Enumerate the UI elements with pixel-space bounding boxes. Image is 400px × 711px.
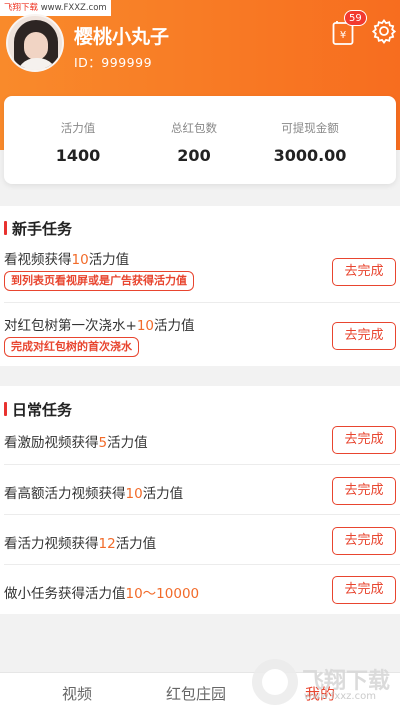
task-title: 看高额活力视频获得10活力值 (4, 486, 184, 502)
notification-badge: 59 (344, 10, 367, 26)
newbie-tasks-section: 新手任务 看视频获得10活力值 到列表页看视屏或是广告获得活力值 去完成 对红包… (0, 206, 400, 366)
section-title: 新手任务 (12, 220, 73, 238)
task-hint-tag: 完成对红包树的首次浇水 (4, 337, 139, 357)
stat-value: 1400 (55, 146, 101, 165)
stat-label: 总红包数 (171, 121, 217, 135)
daily-tasks-section: 日常任务 看激励视频获得5活力值 去完成 看高额活力视频获得10活力值 去完成 … (0, 386, 400, 614)
avatar[interactable] (6, 14, 64, 72)
user-id: ID：999999 (74, 55, 153, 70)
section-marker (4, 221, 7, 235)
section-title: 日常任务 (12, 401, 73, 419)
watermark-site: www.FXXZ.com (40, 3, 107, 13)
task-title: 对红包树第一次浇水+10活力值 (4, 318, 195, 334)
divider (4, 514, 400, 515)
stat-label: 活力值 (60, 121, 96, 135)
watermark-logo: 飞翔下载 www.fxxz.com (252, 655, 400, 711)
complete-button[interactable]: 去完成 (332, 258, 396, 286)
complete-button[interactable]: 去完成 (332, 576, 396, 604)
section-marker (4, 402, 7, 416)
complete-button[interactable]: 去完成 (332, 527, 396, 555)
stat-value: 3000.00 (273, 146, 347, 165)
task-item: 对红包树第一次浇水+10活力值 完成对红包树的首次浇水 去完成 (0, 312, 400, 366)
complete-button[interactable]: 去完成 (332, 322, 396, 350)
task-item: 做小任务获得活力值10～10000 去完成 (0, 576, 400, 614)
stat-vitality: 活力值 1400 (18, 120, 138, 165)
task-item: 看高额活力视频获得10活力值 去完成 (0, 476, 400, 516)
task-item: 看视频获得10活力值 到列表页看视屏或是广告获得活力值 去完成 (0, 246, 400, 304)
task-title: 看视频获得10活力值 (4, 252, 130, 268)
divider (4, 564, 400, 565)
task-title: 看激励视频获得5活力值 (4, 435, 148, 451)
watermark-top-left: 飞翔下载 www.FXXZ.com (0, 0, 111, 16)
divider (4, 302, 400, 303)
divider (4, 464, 400, 465)
task-title: 做小任务获得活力值10～10000 (4, 586, 200, 602)
stat-label: 可提现金额 (281, 121, 339, 135)
task-hint-tag: 到列表页看视屏或是广告获得活力值 (4, 271, 194, 291)
watermark-brand: 飞翔下载 (4, 3, 39, 13)
watermark-logo-url: www.fxxz.com (304, 691, 376, 702)
stat-red-packets: 总红包数 200 (134, 120, 254, 165)
tab-video[interactable]: 视频 (62, 683, 92, 704)
task-title: 看活力视频获得12活力值 (4, 536, 157, 552)
complete-button[interactable]: 去完成 (332, 477, 396, 505)
gear-icon[interactable] (371, 18, 397, 44)
username: 樱桃小丸子 (74, 26, 170, 48)
tab-red-packet-garden[interactable]: 红包庄园 (166, 683, 226, 704)
watermark-logo-icon (252, 659, 298, 705)
stat-value: 200 (177, 146, 211, 165)
svg-text:¥: ¥ (340, 30, 346, 41)
stat-withdrawable: 可提现金额 3000.00 (250, 120, 370, 165)
complete-button[interactable]: 去完成 (332, 426, 396, 454)
task-item: 看激励视频获得5活力值 去完成 (0, 426, 400, 466)
stats-card: 活力值 1400 总红包数 200 可提现金额 3000.00 (4, 96, 396, 184)
task-item: 看活力视频获得12活力值 去完成 (0, 526, 400, 566)
